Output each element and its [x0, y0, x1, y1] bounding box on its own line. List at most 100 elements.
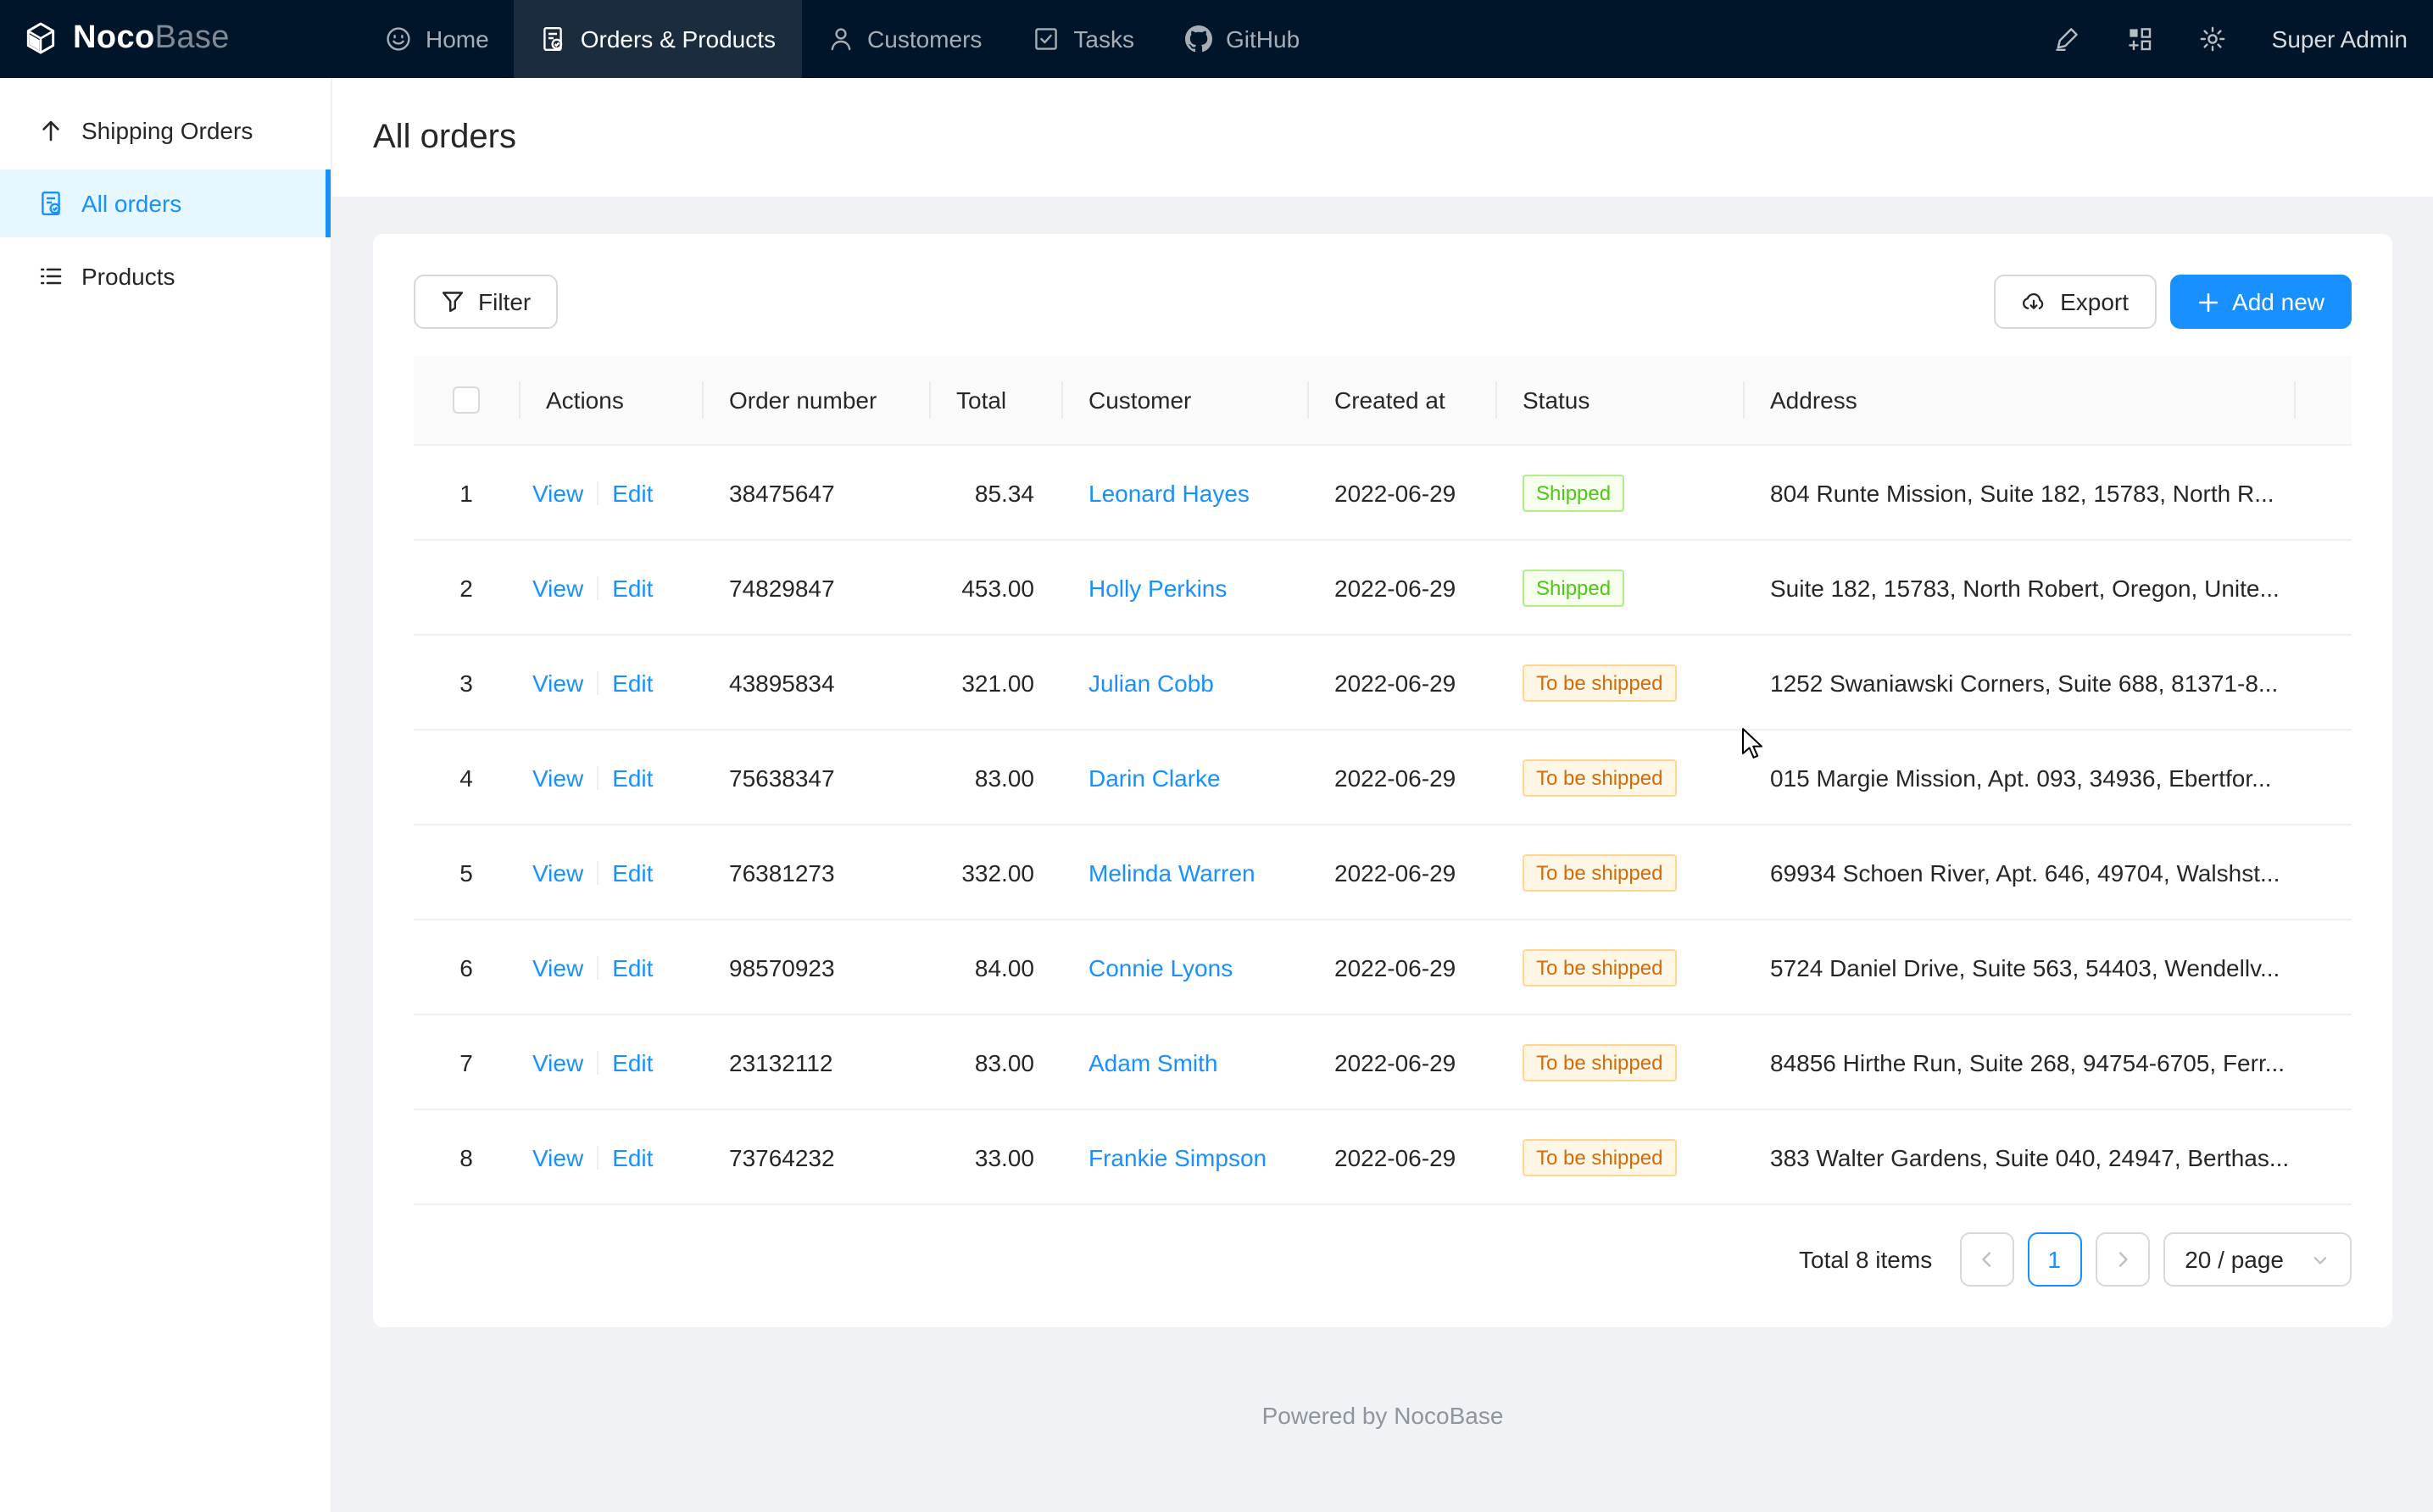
- view-link[interactable]: View: [532, 953, 583, 981]
- cell-address: 804 Runte Mission, Suite 182, 15783, Nor…: [1743, 445, 2294, 540]
- view-link[interactable]: View: [532, 859, 583, 886]
- cell-order-number: 74829847: [702, 540, 929, 635]
- divider: [597, 860, 599, 884]
- cell-total: 33.00: [929, 1109, 1061, 1204]
- sidebar-item-shipping-orders[interactable]: Shipping Orders: [0, 97, 331, 164]
- edit-link[interactable]: Edit: [612, 859, 653, 886]
- status-badge: To be shipped: [1523, 1043, 1676, 1081]
- view-link[interactable]: View: [532, 1143, 583, 1170]
- table-row: 6 ViewEdit 98570923 84.00 Connie Lyons 2…: [414, 920, 2352, 1014]
- chevron-left-icon: [1976, 1249, 1996, 1270]
- smile-icon: [385, 25, 412, 53]
- table-header-row: Actions Order number Total Customer Crea…: [414, 356, 2352, 445]
- view-link[interactable]: View: [532, 669, 583, 696]
- export-button[interactable]: Export: [1994, 275, 2156, 329]
- nav-item-github[interactable]: GitHub: [1160, 0, 1325, 78]
- sidebar-item-products[interactable]: Products: [0, 242, 331, 310]
- customer-link[interactable]: Melinda Warren: [1088, 859, 1255, 886]
- content-area: Filter Export: [332, 197, 2433, 1512]
- divider: [597, 765, 599, 789]
- arrow-up-icon: [37, 117, 64, 144]
- customer-link[interactable]: Leonard Hayes: [1088, 479, 1250, 506]
- divider: [597, 1050, 599, 1074]
- main-area: All orders Filter: [332, 78, 2433, 1512]
- user-menu[interactable]: Super Admin: [2272, 25, 2408, 53]
- nav-item-customers[interactable]: Customers: [801, 0, 1007, 78]
- page-1-button[interactable]: 1: [2027, 1232, 2081, 1287]
- cell-total: 453.00: [929, 540, 1061, 635]
- divider: [597, 481, 599, 504]
- appstore-add-icon[interactable]: [2126, 25, 2153, 53]
- cell-address: Suite 182, 15783, North Robert, Oregon, …: [1743, 540, 2294, 635]
- cell-created-at: 2022-06-29: [1307, 635, 1495, 730]
- cell-order-number: 23132112: [702, 1014, 929, 1109]
- col-created-at: Created at: [1307, 356, 1495, 445]
- edit-link[interactable]: Edit: [612, 1048, 653, 1076]
- mouse-cursor: [1741, 727, 1763, 759]
- view-link[interactable]: View: [532, 479, 583, 506]
- col-status: Status: [1495, 356, 1743, 445]
- user-icon: [827, 25, 854, 53]
- view-link[interactable]: View: [532, 574, 583, 601]
- orders-table: Actions Order number Total Customer Crea…: [414, 356, 2352, 1205]
- pagination: Total 8 items 1 20 / page: [414, 1232, 2352, 1287]
- cell-total: 321.00: [929, 635, 1061, 730]
- nav-item-label: Tasks: [1073, 25, 1134, 53]
- cell-order-number: 38475647: [702, 445, 929, 540]
- customer-link[interactable]: Connie Lyons: [1088, 953, 1233, 981]
- customer-link[interactable]: Julian Cobb: [1088, 669, 1214, 696]
- cell-created-at: 2022-06-29: [1307, 920, 1495, 1014]
- customer-link[interactable]: Frankie Simpson: [1088, 1143, 1267, 1170]
- prev-page-button[interactable]: [1959, 1232, 2013, 1287]
- customer-link[interactable]: Adam Smith: [1088, 1048, 1218, 1076]
- nav-item-tasks[interactable]: Tasks: [1007, 0, 1160, 78]
- nav-item-home[interactable]: Home: [359, 0, 515, 78]
- page-size-select[interactable]: 20 / page: [2163, 1232, 2352, 1287]
- row-index: 1: [414, 445, 519, 540]
- nocobase-logo: NocoBase: [0, 20, 332, 58]
- highlight-icon[interactable]: [2053, 25, 2080, 53]
- status-badge: Shipped: [1523, 474, 1624, 511]
- setting-icon[interactable]: [2199, 25, 2226, 53]
- edit-link[interactable]: Edit: [612, 574, 653, 601]
- orders-card: Filter Export: [373, 234, 2392, 1327]
- next-page-button[interactable]: [2095, 1232, 2149, 1287]
- filter-button[interactable]: Filter: [414, 275, 558, 329]
- row-index: 7: [414, 1014, 519, 1109]
- sidebar-item-all-orders[interactable]: All orders: [0, 170, 331, 237]
- cell-total: 332.00: [929, 825, 1061, 920]
- edit-link[interactable]: Edit: [612, 953, 653, 981]
- edit-link[interactable]: Edit: [612, 669, 653, 696]
- add-new-button[interactable]: Add new: [2169, 275, 2352, 329]
- sidebar-item-label: Products: [81, 263, 175, 290]
- check-square-icon: [1033, 25, 1060, 53]
- cell-created-at: 2022-06-29: [1307, 540, 1495, 635]
- col-actions: Actions: [519, 356, 702, 445]
- logo-text-light: Base: [155, 20, 230, 56]
- cell-created-at: 2022-06-29: [1307, 445, 1495, 540]
- edit-link[interactable]: Edit: [612, 1143, 653, 1170]
- plus-icon: [2196, 291, 2219, 313]
- cell-order-number: 98570923: [702, 920, 929, 1014]
- col-empty: [2294, 356, 2352, 445]
- nav-item-label: Customers: [867, 25, 982, 53]
- customer-link[interactable]: Darin Clarke: [1088, 764, 1221, 791]
- divider: [597, 955, 599, 979]
- table-row: 7 ViewEdit 23132112 83.00 Adam Smith 202…: [414, 1014, 2352, 1109]
- nav-item-orders-products[interactable]: Orders & Products: [515, 0, 801, 78]
- table-row: 4 ViewEdit 75638347 83.00 Darin Clarke 2…: [414, 730, 2352, 825]
- row-index: 4: [414, 730, 519, 825]
- top-navbar: NocoBase Home Orders & Products: [0, 0, 2433, 78]
- nav-item-label: Orders & Products: [581, 25, 776, 53]
- customer-link[interactable]: Holly Perkins: [1088, 574, 1227, 601]
- col-address: Address: [1743, 356, 2294, 445]
- select-all-checkbox[interactable]: [453, 386, 480, 414]
- edit-link[interactable]: Edit: [612, 764, 653, 791]
- cube-logo-icon: [22, 20, 59, 58]
- cell-total: 83.00: [929, 1014, 1061, 1109]
- view-link[interactable]: View: [532, 1048, 583, 1076]
- edit-link[interactable]: Edit: [612, 479, 653, 506]
- row-index: 8: [414, 1109, 519, 1204]
- table-row: 2 ViewEdit 74829847 453.00 Holly Perkins…: [414, 540, 2352, 635]
- view-link[interactable]: View: [532, 764, 583, 791]
